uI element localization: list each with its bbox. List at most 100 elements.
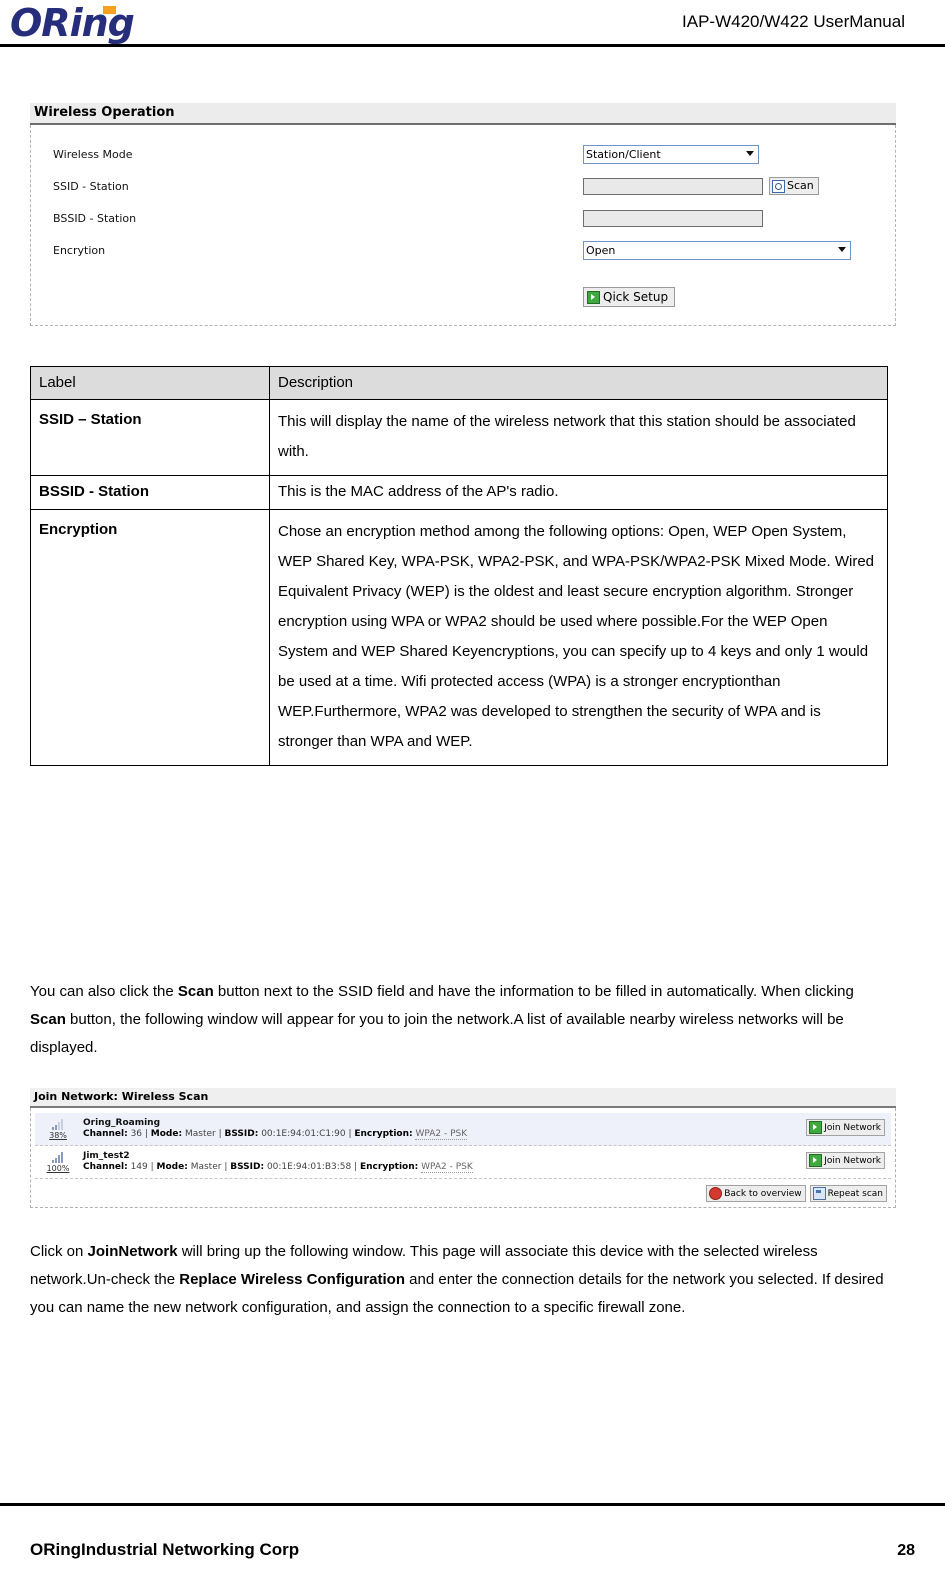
logo-orange-dot xyxy=(103,6,116,14)
join-para-bold1: JoinNetwork xyxy=(87,1243,178,1260)
footer-divider xyxy=(0,1503,945,1506)
signal-bars-icon xyxy=(51,1118,65,1130)
bssid-station-label: BSSID - Station xyxy=(53,211,137,225)
wireless-mode-row: Wireless Mode Station/Client xyxy=(45,143,881,165)
table-row: Encryption Chose an encryption method am… xyxy=(30,509,888,766)
channel-value-0: 36 xyxy=(130,1129,143,1139)
scan-result-row[interactable]: 38% Oring_Roaming Channel: 36 | Mode: Ma… xyxy=(35,1113,891,1146)
scan-ssid-0: Oring_Roaming xyxy=(83,1118,161,1128)
repeat-scan-label: Repeat scan xyxy=(827,1188,883,1199)
refresh-icon xyxy=(812,1187,826,1200)
bssid-station-control xyxy=(583,209,763,227)
scan-para-part2: button next to the SSID field and have t… xyxy=(213,983,854,1000)
mode-label: Mode: xyxy=(156,1162,188,1172)
repeat-scan-button[interactable]: Repeat scan xyxy=(809,1185,887,1202)
footer-company: ORingIndustrial Networking Corp xyxy=(30,1540,300,1559)
row-label-bssid: BSSID - Station xyxy=(30,475,270,510)
ssid-station-input[interactable] xyxy=(583,177,763,195)
ssid-station-label: SSID - Station xyxy=(53,179,129,193)
scan-button-label: Scan xyxy=(787,179,814,192)
table-body: SSID – Station This will display the nam… xyxy=(30,399,888,766)
scan-meta-0: Channel: 36 | Mode: Master | BSSID: 00:1… xyxy=(83,1129,468,1140)
join-network-label-1: Join Network xyxy=(824,1155,881,1166)
document-page: ORing IAP-W420/W422 UserManual Wireless … xyxy=(0,0,945,1571)
table-row: SSID – Station This will display the nam… xyxy=(30,399,888,476)
table-head: Label Description xyxy=(30,366,888,400)
bssid-station-row: BSSID - Station xyxy=(45,207,881,229)
scan-para-part3: button, the following window will appear… xyxy=(30,1011,844,1056)
row-label-ssid: SSID – Station xyxy=(30,399,270,476)
header-divider xyxy=(0,44,945,47)
wireless-scan-panel: Join Network: Wireless Scan 38% Oring_Ro… xyxy=(30,1088,896,1208)
bssid-label: BSSID: xyxy=(230,1162,265,1172)
bssid-value-0: 00:1E:94:01:C1:90 xyxy=(261,1129,346,1139)
bssid-station-input[interactable] xyxy=(583,209,763,227)
play-icon xyxy=(587,290,600,304)
page-number: 28 xyxy=(897,1542,915,1559)
play-icon xyxy=(809,1154,823,1167)
page-header: ORing IAP-W420/W422 UserManual xyxy=(0,0,945,48)
mode-value-1: Master xyxy=(190,1162,222,1172)
quick-setup-button[interactable]: Qick Setup xyxy=(583,287,676,307)
quick-setup-label: Qick Setup xyxy=(603,290,669,304)
scan-button[interactable]: Scan xyxy=(769,177,819,195)
encryption-label: Encryption: xyxy=(354,1129,413,1139)
channel-label: Channel: xyxy=(83,1162,128,1172)
scan-para-bold1: Scan xyxy=(177,983,214,1000)
description-table: Label Description SSID – Station This wi… xyxy=(30,366,888,766)
header-cell-label: Label xyxy=(30,366,270,400)
encryption-value-0: WPA2 - PSK xyxy=(415,1129,468,1140)
scan-result-row[interactable]: 100% Jim_test2 Channel: 149 | Mode: Mast… xyxy=(35,1146,891,1179)
join-para-part1: Click on xyxy=(30,1243,88,1260)
encryption-select-wrap: Open xyxy=(583,240,851,260)
wireless-operation-title: Wireless Operation xyxy=(30,103,896,125)
wireless-scan-body: 38% Oring_Roaming Channel: 36 | Mode: Ma… xyxy=(30,1108,896,1208)
encryption-label: Encrytion xyxy=(53,243,106,257)
wireless-operation-body: Wireless Mode Station/Client SSID - Stat… xyxy=(30,125,896,326)
quick-setup-row: Qick Setup xyxy=(45,287,881,309)
back-to-overview-label: Back to overview xyxy=(724,1188,802,1199)
scan-actions-0: Join Network xyxy=(806,1119,889,1139)
back-icon xyxy=(709,1187,723,1200)
wireless-mode-control: Station/Client xyxy=(583,144,759,164)
scan-info-0: Oring_Roaming Channel: 36 | Mode: Master… xyxy=(79,1118,806,1140)
wireless-scan-title: Join Network: Wireless Scan xyxy=(30,1088,896,1108)
encryption-row: Encrytion Open xyxy=(45,239,881,261)
scan-ssid-1: Jim_test2 xyxy=(83,1151,130,1161)
wireless-operation-panel: Wireless Operation Wireless Mode Station… xyxy=(30,103,896,326)
back-to-overview-button[interactable]: Back to overview xyxy=(706,1185,806,1202)
play-icon xyxy=(809,1121,823,1134)
signal-percent-1: 100% xyxy=(46,1163,70,1173)
encryption-value-1: WPA2 - PSK xyxy=(421,1162,473,1173)
signal-bars-icon xyxy=(51,1151,65,1163)
table-row: BSSID - Station This is the MAC address … xyxy=(30,475,888,510)
paragraph-scan-intro: You can also click the Scan button next … xyxy=(30,978,892,1062)
scan-para-bold2: Scan xyxy=(30,1011,66,1028)
signal-strength-1: 100% xyxy=(37,1151,79,1173)
encryption-control: Open xyxy=(583,240,851,260)
mode-label: Mode: xyxy=(150,1129,183,1139)
scan-info-1: Jim_test2 Channel: 149 | Mode: Master | … xyxy=(79,1151,806,1173)
ssid-station-control: Scan xyxy=(583,177,819,195)
row-label-encryption: Encryption xyxy=(30,509,270,766)
row-desc-ssid: This will display the name of the wirele… xyxy=(269,399,888,476)
scan-actions-1: Join Network xyxy=(806,1152,889,1172)
header-cell-description: Description xyxy=(269,366,888,400)
document-title: IAP-W420/W422 UserManual xyxy=(682,12,905,31)
join-network-label-0: Join Network xyxy=(824,1122,881,1133)
channel-label: Channel: xyxy=(83,1129,128,1139)
join-network-button-0[interactable]: Join Network xyxy=(806,1119,885,1136)
join-network-button-1[interactable]: Join Network xyxy=(806,1152,885,1169)
oring-logo: ORing xyxy=(10,2,135,44)
ssid-station-row: SSID - Station Scan xyxy=(45,175,881,197)
encryption-label: Encryption: xyxy=(360,1162,419,1172)
bssid-value-1: 00:1E:94:01:B3:58 xyxy=(266,1162,352,1172)
wireless-mode-select[interactable]: Station/Client xyxy=(583,144,759,164)
scan-meta-1: Channel: 149 | Mode: Master | BSSID: 00:… xyxy=(83,1162,473,1173)
signal-strength-0: 38% xyxy=(37,1118,79,1140)
encryption-select[interactable]: Open xyxy=(583,240,851,260)
row-desc-encryption: Chose an encryption method among the fol… xyxy=(269,509,888,766)
row-desc-bssid: This is the MAC address of the AP's radi… xyxy=(269,475,888,510)
signal-percent-0: 38% xyxy=(49,1130,67,1140)
table-header-row: Label Description xyxy=(30,366,888,400)
